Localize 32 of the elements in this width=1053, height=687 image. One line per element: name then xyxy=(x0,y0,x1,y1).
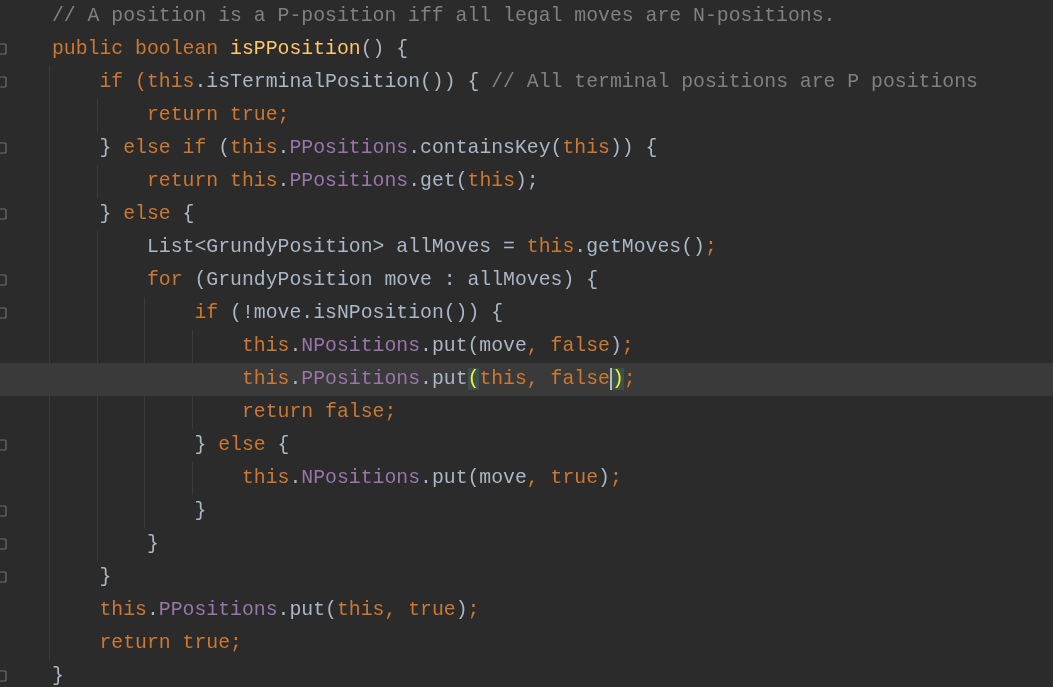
fold-marker-icon[interactable] xyxy=(0,142,7,154)
code-line: } xyxy=(99,564,112,590)
fold-marker-icon[interactable] xyxy=(0,670,7,682)
code-line: // A position is a P-position iff all legal moves are N-positions. xyxy=(52,3,836,29)
code-line: this.PPositions.put(this, false); xyxy=(241,366,636,392)
code-line: } xyxy=(52,663,64,687)
code-line: } else { xyxy=(194,432,290,458)
code-line: if (!move.isNPosition()) { xyxy=(194,300,504,326)
code-line: return true; xyxy=(146,102,290,128)
code-line: public boolean isPPosition() { xyxy=(52,36,409,62)
code-line: } xyxy=(146,531,159,557)
fold-marker-icon[interactable] xyxy=(0,571,7,583)
code-line: List<GrundyPosition> allMoves = this.getMoves(); xyxy=(146,234,717,260)
code-line: this.NPositions.put(move, true); xyxy=(241,465,622,491)
code-line: if (this.isTerminalPosition()) { // All terminal positions are P positions xyxy=(99,69,978,95)
fold-marker-icon[interactable] xyxy=(0,208,7,220)
code-line: return false; xyxy=(241,399,397,425)
code-line: return this.PPositions.get(this); xyxy=(146,168,539,194)
code-line: } xyxy=(194,498,207,524)
fold-marker-icon[interactable] xyxy=(0,274,7,286)
code-line: return true; xyxy=(99,630,242,656)
code-line: for (GrundyPosition move : allMoves) { xyxy=(146,267,599,293)
fold-marker-icon[interactable] xyxy=(0,76,7,88)
code-line: this.PPositions.put(this, true); xyxy=(99,597,480,623)
code-line: } else if (this.PPositions.containsKey(this)) { xyxy=(99,135,658,161)
fold-marker-icon[interactable] xyxy=(0,43,7,55)
fold-marker-icon[interactable] xyxy=(0,307,7,319)
fold-marker-icon[interactable] xyxy=(0,439,7,451)
code-line: } else { xyxy=(99,201,195,227)
fold-marker-icon[interactable] xyxy=(0,505,7,517)
fold-marker-icon[interactable] xyxy=(0,538,7,550)
code-line: this.NPositions.put(move, false); xyxy=(241,333,634,359)
